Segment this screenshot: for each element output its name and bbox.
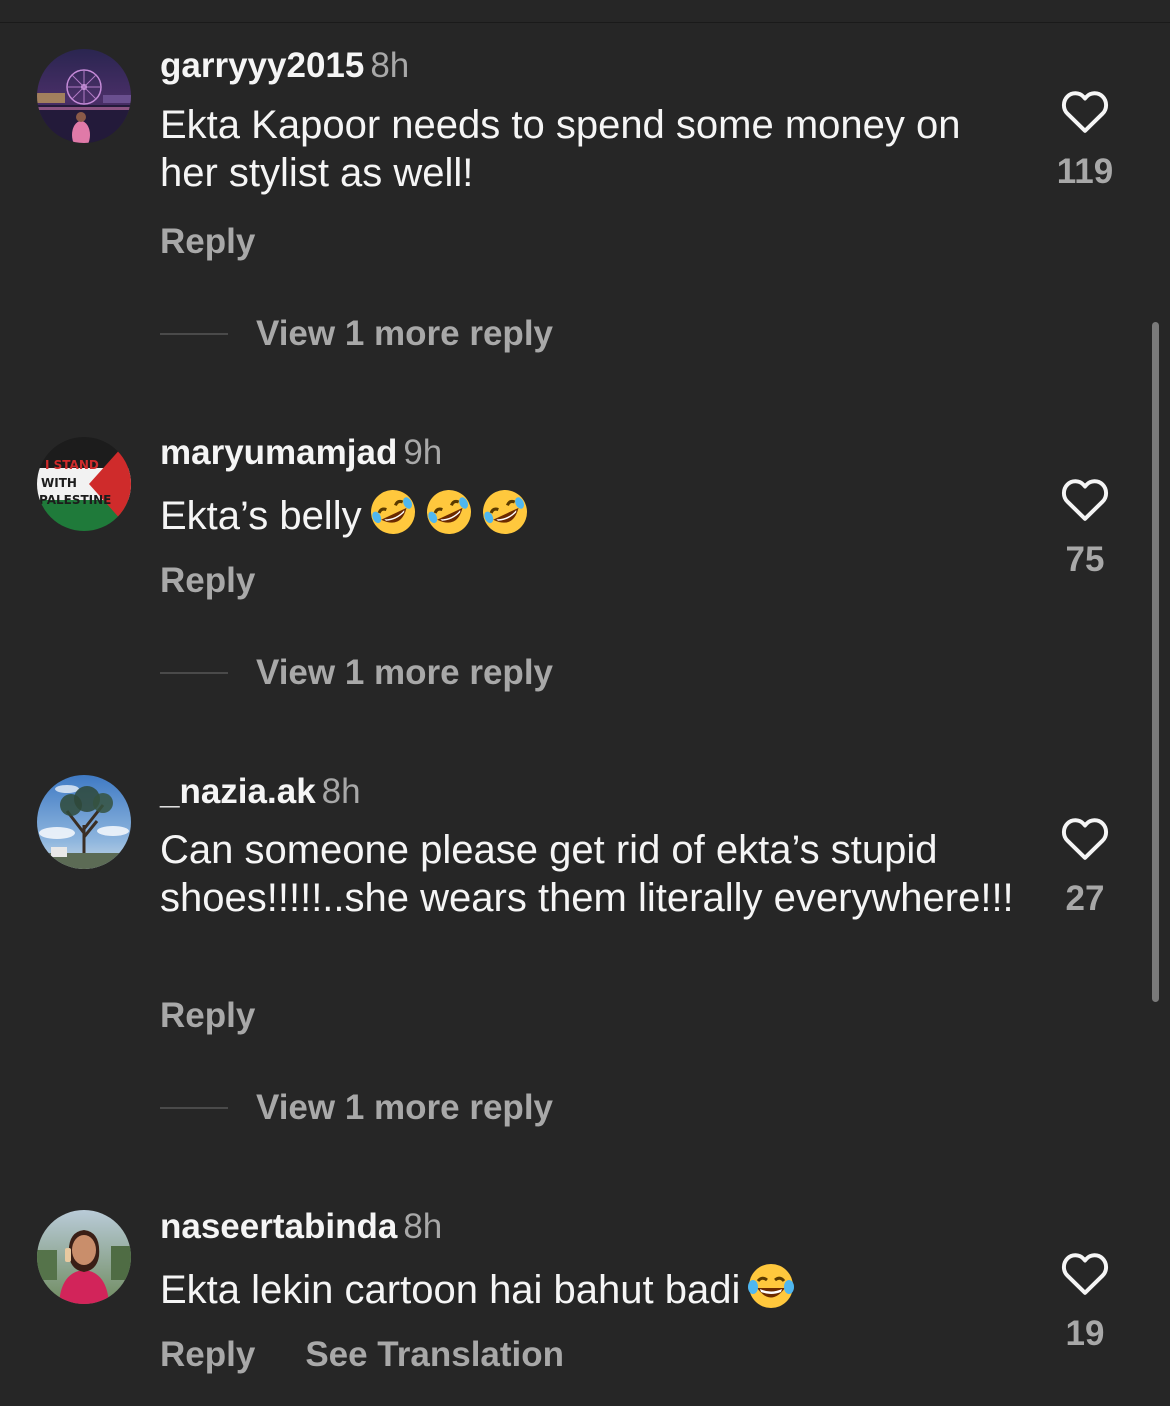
night-ferris-wheel-photo bbox=[37, 49, 131, 143]
like-count: 27 bbox=[1065, 879, 1105, 918]
timestamp: 8h bbox=[370, 46, 410, 85]
comment-text: Ekta Kapoor needs to spend some money on… bbox=[160, 101, 1020, 197]
view-more-replies-label: View 1 more reply bbox=[256, 314, 554, 353]
heart-outline-icon[interactable] bbox=[1060, 1250, 1110, 1296]
reply-button[interactable]: Reply bbox=[160, 1335, 255, 1374]
top-divider bbox=[0, 22, 1170, 23]
comment-actions: Reply bbox=[160, 561, 255, 601]
heart-outline-icon[interactable] bbox=[1060, 88, 1110, 134]
comment-text-content: Ekta’s belly bbox=[160, 494, 362, 538]
comment-header: naseertabinda 8h bbox=[160, 1207, 442, 1247]
comment-header: _nazia.ak 8h bbox=[160, 772, 361, 812]
like-button[interactable]: 119 bbox=[1040, 88, 1130, 192]
reply-button[interactable]: Reply bbox=[160, 996, 255, 1035]
view-more-replies-label: View 1 more reply bbox=[256, 1088, 554, 1127]
heart-outline-icon[interactable] bbox=[1060, 476, 1110, 522]
comment-text-content: Can someone please get rid of ekta’s stu… bbox=[160, 828, 1014, 920]
divider-line bbox=[160, 333, 228, 335]
comment-text: Ekta’s belly bbox=[160, 487, 1020, 540]
heart-outline-icon[interactable] bbox=[1060, 815, 1110, 861]
username[interactable]: garryyy2015 bbox=[160, 46, 364, 85]
timestamp: 8h bbox=[403, 1207, 443, 1246]
username[interactable]: naseertabinda bbox=[160, 1207, 397, 1246]
like-count: 119 bbox=[1056, 152, 1114, 191]
avatar-text-line-3: PALESTINE bbox=[39, 493, 111, 507]
scrollbar[interactable] bbox=[1152, 322, 1159, 1002]
comment-text-content: Ekta Kapoor needs to spend some money on… bbox=[160, 103, 961, 195]
reply-button[interactable]: Reply bbox=[160, 222, 255, 261]
reply-button[interactable]: Reply bbox=[160, 561, 255, 600]
view-more-replies-button[interactable]: View 1 more reply bbox=[160, 314, 553, 354]
comment-actions: Reply bbox=[160, 996, 255, 1036]
comment-header: maryumamjad 9h bbox=[160, 433, 442, 473]
person-portrait-photo bbox=[37, 1210, 131, 1304]
tree-sky-photo bbox=[37, 775, 131, 869]
divider-line bbox=[160, 672, 228, 674]
view-more-replies-button[interactable]: View 1 more reply bbox=[160, 1088, 553, 1128]
timestamp: 9h bbox=[403, 433, 443, 472]
avatar[interactable] bbox=[37, 1210, 131, 1304]
like-count: 75 bbox=[1065, 540, 1105, 579]
see-translation-button[interactable]: See Translation bbox=[305, 1335, 564, 1374]
comment-text: Ekta lekin cartoon hai bahut badi bbox=[160, 1261, 1020, 1314]
username[interactable]: _nazia.ak bbox=[160, 772, 316, 811]
comment-actions: Reply bbox=[160, 222, 255, 262]
divider-line bbox=[160, 1107, 228, 1109]
comment-text: Can someone please get rid of ekta’s stu… bbox=[160, 826, 1020, 922]
view-more-replies-label: View 1 more reply bbox=[256, 653, 554, 692]
rolling-on-floor-laughing-emoji bbox=[370, 490, 415, 534]
like-button[interactable]: 27 bbox=[1040, 815, 1130, 919]
rolling-on-floor-laughing-emoji bbox=[426, 490, 471, 534]
comment-text-content: Ekta lekin cartoon hai bahut badi bbox=[160, 1268, 741, 1312]
view-more-replies-button[interactable]: View 1 more reply bbox=[160, 653, 553, 693]
avatar[interactable] bbox=[37, 49, 131, 143]
comment-header: garryyy2015 8h bbox=[160, 46, 409, 86]
avatar[interactable]: I STAND WITH PALESTINE bbox=[37, 437, 131, 531]
avatar-text-line-1: I STAND bbox=[45, 458, 99, 472]
like-button[interactable]: 75 bbox=[1040, 476, 1130, 580]
like-count: 19 bbox=[1065, 1314, 1105, 1353]
avatar[interactable] bbox=[37, 775, 131, 869]
like-button[interactable]: 19 bbox=[1040, 1250, 1130, 1354]
rolling-on-floor-laughing-emoji bbox=[482, 490, 527, 534]
timestamp: 8h bbox=[321, 772, 361, 811]
face-with-tears-of-joy-emoji bbox=[748, 1264, 795, 1308]
avatar-text-line-2: WITH bbox=[41, 476, 77, 490]
palestine-flag-badge: I STAND WITH PALESTINE bbox=[37, 437, 131, 531]
comment-actions: Reply See Translation bbox=[160, 1335, 564, 1375]
username[interactable]: maryumamjad bbox=[160, 433, 397, 472]
